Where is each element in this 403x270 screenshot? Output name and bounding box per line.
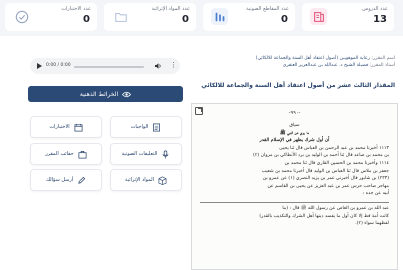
page-line: ١١١٤ وأخبرنا محمد بن الحسين القاري قال ث… — [284, 160, 389, 166]
stat-value: 0 — [83, 14, 90, 25]
mind-maps-label: الخرائط الذهنية — [79, 90, 119, 98]
box-icon — [158, 176, 167, 185]
audio-player[interactable]: 0:00 / 0:00 ⋮ — [30, 58, 180, 74]
stat-value: 0 — [182, 14, 189, 25]
course-name-value: رعاية الموهوبين (أصول اعتقاد أهل السنة و… — [255, 56, 370, 61]
check-circle-icon — [13, 8, 30, 25]
page-line: جعفر بن ملاس قال ثنا العباس بن الوليد قا… — [261, 168, 389, 174]
assignments-label: الواجبات — [130, 124, 149, 130]
teacher-key: أستاذ المقرر: — [369, 63, 395, 68]
stat-value: 13 — [373, 14, 387, 25]
ask-question-label: أرسل سؤالك — [45, 177, 74, 183]
divider — [200, 201, 389, 203]
page-text: سياق ما روي عن النبي ﷺ أن أول شرك يظهر ف… — [200, 122, 389, 228]
course-bags-label: حقائب المقرر — [45, 151, 74, 157]
page-number: -٩٩٠- — [288, 110, 301, 116]
page-line: بن محمد بن صاعد قال ثنا أحمد بن الوليد ب… — [253, 153, 389, 159]
page-line: كانت أمة قط إلا كان أول ما يفسد دينها أه… — [259, 213, 389, 219]
stat-label: عدد الدروس — [362, 6, 388, 12]
page-line: ما روي عن النبي ﷺ — [279, 130, 310, 136]
course-name-key: اسم المقرر: — [371, 56, 395, 61]
stat-card-tests: عدد الاختبارات 0 — [5, 3, 97, 31]
stat-card-enrichment: عدد المواد الإثرائية 0 — [104, 3, 196, 31]
pencil-icon — [78, 176, 86, 184]
stat-label: عدد المقاطع الصوتية — [246, 6, 289, 12]
teacher-value: فضيلة الشيخ د. عبدالله بن عبدالعزيز العن… — [282, 63, 369, 68]
tests-button[interactable]: الاختبارات — [30, 116, 102, 138]
course-bags-button[interactable]: حقائب المقرر — [30, 143, 102, 165]
eye-icon — [122, 91, 132, 97]
page-line: أبيه عن جده : — [362, 191, 389, 197]
stat-label: عدد المواد الإثرائية — [151, 6, 190, 12]
page-line: لفظهما سواء (٢). — [355, 221, 389, 227]
audio-progress-bar[interactable] — [74, 65, 144, 68]
ask-question-button[interactable]: أرسل سؤالك — [30, 169, 102, 191]
page-line: أن أول شرك يظهر في الإسلام القدر — [259, 138, 330, 144]
audio-comments-button[interactable]: التعليقات الصوتية — [110, 143, 182, 165]
tests-label: الاختبارات — [49, 124, 70, 130]
page-line: عبد الله بن عمرو بن العاص عن رسول الله ﷺ… — [282, 205, 389, 211]
volume-icon[interactable] — [154, 62, 162, 70]
enrichment-label: المواد الإثرائية — [125, 177, 154, 183]
mic-icon — [162, 150, 169, 159]
page-line: سياق — [289, 123, 300, 128]
book-page[interactable]: -٩٩٠- سياق ما روي عن النبي ﷺ أن أول شرك … — [191, 103, 398, 270]
book-icon — [310, 8, 327, 25]
audio-comments-label: التعليقات الصوتية — [121, 151, 158, 157]
page-line: مهاجر صاحب حرس عمر بن عبد العزيز عن يحيى… — [267, 183, 389, 189]
stat-card-lessons: عدد الدروس 13 — [302, 3, 394, 31]
assignments-button[interactable]: الواجبات — [110, 116, 182, 138]
audio-time: 0:00 / 0:00 — [46, 63, 71, 68]
stats-bar: عدد الاختبارات 0 عدد المواد الإثرائية 0 … — [0, 0, 403, 36]
page-line: ١١١٣ أخبرنا محمد بن عبد الرحمن بن العباس… — [279, 145, 389, 151]
folder-icon — [112, 8, 129, 25]
calendar-icon — [74, 123, 83, 131]
more-options-icon[interactable]: ⋮ — [170, 61, 177, 69]
page-line: (٢٣٣) بن شابور قال أخبرني عمر بن يزيد ال… — [262, 176, 389, 182]
list-icon — [153, 123, 161, 131]
mind-maps-button[interactable]: الخرائط الذهنية — [28, 86, 183, 102]
stat-value: 0 — [281, 14, 288, 25]
bag-icon — [78, 150, 87, 158]
course-info: اسم المقرر: رعاية الموهوبين (أصول اعتقاد… — [256, 55, 395, 69]
play-icon[interactable] — [37, 63, 42, 69]
enrichment-button[interactable]: المواد الإثرائية — [110, 169, 182, 191]
lesson-heading: المقدار الثالث عشر من أصول اعتقاد أهل ال… — [201, 82, 395, 89]
stat-label: عدد الاختبارات — [61, 6, 91, 12]
stat-card-audio: عدد المقاطع الصوتية 0 — [203, 3, 295, 31]
bars-icon — [211, 8, 228, 25]
